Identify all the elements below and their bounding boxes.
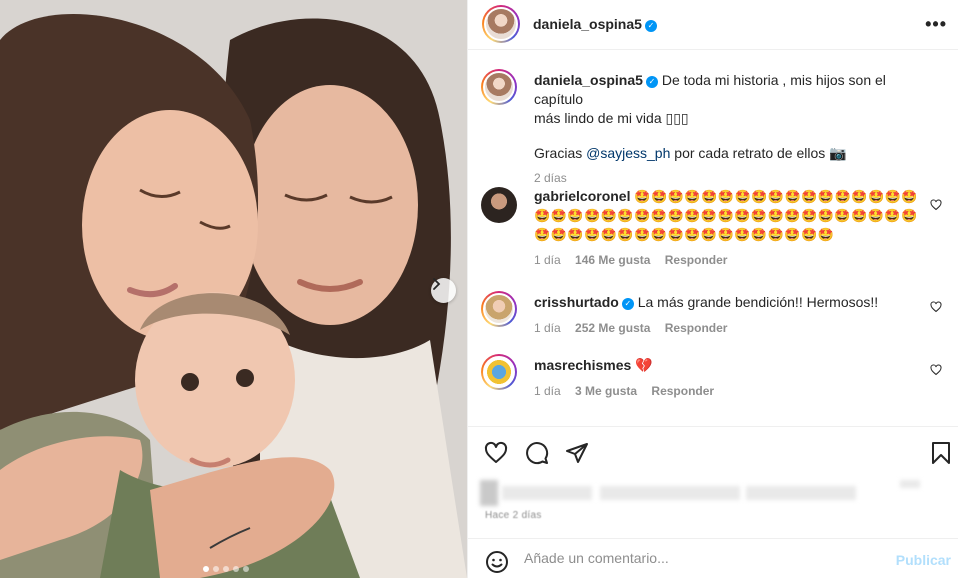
caption-thanks-suffix: por cada retrato de ellos 📷 xyxy=(670,145,847,161)
comment-time[interactable]: 1 día xyxy=(534,253,561,267)
next-slide-button[interactable] xyxy=(431,278,456,303)
author-avatar[interactable] xyxy=(481,69,517,105)
verified-icon: ✓ xyxy=(645,76,658,88)
verified-icon: ✓ xyxy=(644,20,657,32)
heart-icon[interactable] xyxy=(484,441,508,465)
post-actions xyxy=(468,426,958,476)
verified-icon: ✓ xyxy=(621,298,634,310)
comment-text: 💔 xyxy=(635,357,653,373)
commenter-avatar[interactable] xyxy=(481,187,517,223)
caption-thanks-prefix: Gracias xyxy=(534,145,587,161)
commenter-avatar[interactable] xyxy=(481,291,517,327)
comment-input[interactable] xyxy=(524,550,884,566)
reply-button[interactable]: Responder xyxy=(651,384,714,398)
like-comment-heart-icon[interactable] xyxy=(930,364,942,376)
emoji-icon[interactable] xyxy=(485,550,509,574)
add-comment-bar: Publicar xyxy=(468,538,958,578)
caption-username[interactable]: daniela_ospina5 xyxy=(534,72,643,88)
comment-likes[interactable]: 252 Me gusta xyxy=(575,321,650,335)
post-photo[interactable] xyxy=(0,0,467,578)
comment-username[interactable]: crisshurtado xyxy=(534,294,619,310)
mention-link[interactable]: @sayjess_ph xyxy=(586,145,670,161)
commenter-avatar[interactable] xyxy=(481,354,517,390)
like-comment-heart-icon[interactable] xyxy=(930,199,942,211)
carousel-dot xyxy=(243,566,249,572)
publish-button[interactable]: Publicar xyxy=(896,552,951,568)
share-icon[interactable] xyxy=(565,441,589,465)
likes-summary-blurred xyxy=(480,478,940,508)
post-timestamp: Hace 2 días xyxy=(485,510,542,521)
caption-text-line2: más lindo de mi vida ▯▯▯ xyxy=(534,110,689,126)
comment-likes[interactable]: 146 Me gusta xyxy=(575,253,650,267)
chevron-right-icon xyxy=(433,278,441,290)
bookmark-icon[interactable] xyxy=(931,441,951,465)
carousel-dot xyxy=(223,566,229,572)
comment-time[interactable]: 1 día xyxy=(534,321,561,335)
author-username[interactable]: daniela_ospina5 xyxy=(533,16,642,32)
comment-time[interactable]: 1 día xyxy=(534,384,561,398)
post-header: daniela_ospina5 ✓ ••• xyxy=(468,0,958,50)
reply-button[interactable]: Responder xyxy=(665,321,728,335)
like-comment-heart-icon[interactable] xyxy=(930,301,942,313)
carousel-indicator xyxy=(203,566,249,572)
carousel-dot xyxy=(233,566,239,572)
carousel-dot xyxy=(203,566,209,572)
caption-age[interactable]: 2 días xyxy=(534,171,567,185)
post-side-panel: daniela_ospina5 ✓ ••• daniela_ospina5 ✓ De… xyxy=(467,0,958,578)
comment-likes[interactable]: 3 Me gusta xyxy=(575,384,637,398)
photo-illustration xyxy=(0,0,467,578)
author-avatar[interactable] xyxy=(482,5,520,43)
comment-username[interactable]: gabrielcoronel xyxy=(534,188,630,204)
comment-icon[interactable] xyxy=(525,441,549,465)
carousel-dot xyxy=(213,566,219,572)
reply-button[interactable]: Responder xyxy=(665,253,728,267)
comments-list[interactable]: daniela_ospina5 ✓ De toda mi historia , m… xyxy=(468,51,958,425)
comment-username[interactable]: masrechismes xyxy=(534,357,631,373)
comment-text: La más grande bendición!! Hermosos!! xyxy=(637,294,879,310)
more-icon[interactable]: ••• xyxy=(925,14,947,35)
